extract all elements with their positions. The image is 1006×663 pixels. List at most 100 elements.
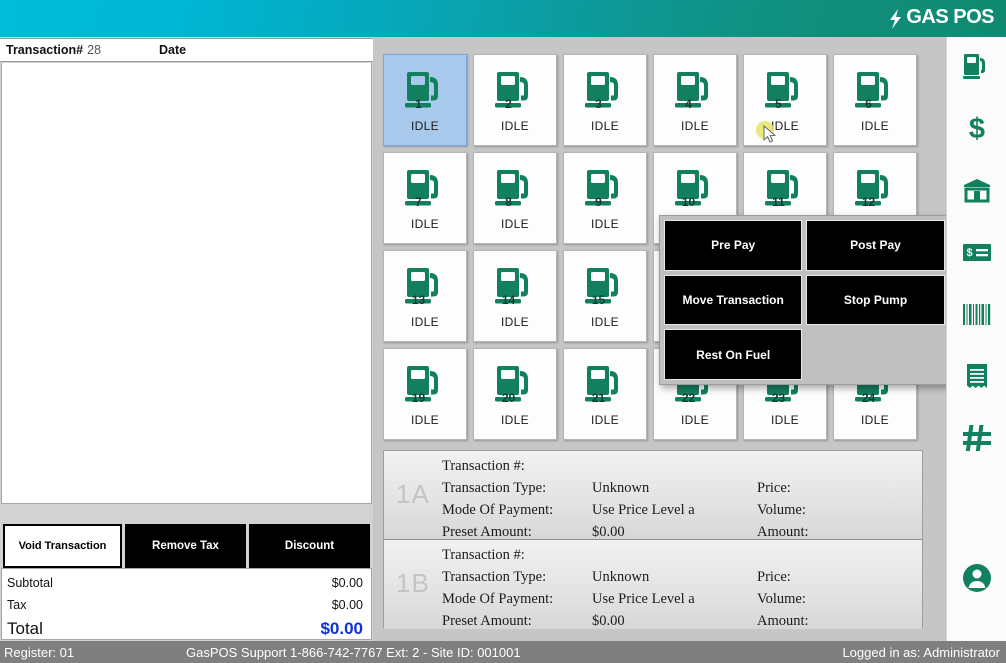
- detail-transaction-type-label: Transaction Type:: [442, 566, 592, 588]
- detail-preset-amount-value: $0.00: [592, 610, 757, 629]
- detail-transaction-number-value: [592, 544, 757, 566]
- pump-status-9: IDLE: [591, 217, 619, 231]
- svg-text:$: $: [966, 247, 972, 259]
- rail-barcode-icon-button[interactable]: [947, 285, 1006, 347]
- check-payment-icon: $: [960, 235, 994, 274]
- rail-dollar-sign-icon-button[interactable]: $: [947, 99, 1006, 161]
- pump-workspace: 1IDLE 2IDLE 3IDLE 4IDLE 5IDLE 6IDLE 7IDL…: [373, 37, 946, 641]
- pump-tile-21[interactable]: 21IDLE: [563, 348, 647, 440]
- tax-label: Tax: [7, 598, 26, 612]
- detail-amount-label: Amount:: [757, 521, 877, 540]
- fuel-pump-icon: [960, 49, 994, 88]
- pump-tile-20[interactable]: 20IDLE: [473, 348, 557, 440]
- detail-volume-label: Volume:: [757, 499, 877, 521]
- pump-tile-13[interactable]: 13IDLE: [383, 250, 467, 342]
- rail-receipt-icon-button[interactable]: [947, 347, 1006, 409]
- pump-status-3: IDLE: [591, 119, 619, 133]
- transaction-detail-1A: 1A Transaction #: Transaction Type: Unkn…: [384, 451, 922, 540]
- detail-price-label: Price:: [757, 566, 877, 588]
- total-label: Total: [7, 619, 43, 639]
- fuel-pump-glyph: [669, 166, 721, 212]
- fuel-pump-glyph: [489, 362, 541, 408]
- pump-status-22: IDLE: [681, 413, 709, 427]
- stop-pump-button[interactable]: Stop Pump: [806, 275, 944, 326]
- fuel-pump-glyph: [399, 362, 451, 408]
- transaction-header: Transaction# 28 Date: [0, 38, 373, 62]
- pump-status-24: IDLE: [861, 413, 889, 427]
- rail-store-icon-button[interactable]: [947, 161, 1006, 223]
- detail-fields-1B: Transaction #: Transaction Type: Unknown…: [442, 544, 877, 629]
- detail-price-label: Price:: [757, 477, 877, 499]
- pump-tile-14[interactable]: 14IDLE: [473, 250, 557, 342]
- pump-transaction-details: 1A Transaction #: Transaction Type: Unkn…: [383, 450, 923, 628]
- move-transaction-button[interactable]: Move Transaction: [664, 275, 802, 326]
- lightning-bolt-icon: [887, 9, 903, 29]
- detail-transaction-type-value: Unknown: [592, 477, 757, 499]
- detail-mode-of-payment-value: Use Price Level a: [592, 588, 757, 610]
- pump-status-4: IDLE: [681, 119, 709, 133]
- fuel-pump-glyph: [399, 264, 451, 310]
- rest-on-fuel-button[interactable]: Rest On Fuel: [664, 329, 802, 380]
- rail-user-account-button[interactable]: [947, 549, 1006, 611]
- barcode-icon: [960, 297, 994, 336]
- pump-tile-4[interactable]: 4IDLE: [653, 54, 737, 146]
- discount-button[interactable]: Discount: [249, 524, 370, 568]
- pump-tile-1[interactable]: 1IDLE: [383, 54, 467, 146]
- pump-tile-6[interactable]: 6IDLE: [833, 54, 917, 146]
- pump-tile-8[interactable]: 8IDLE: [473, 152, 557, 244]
- fuel-pump-glyph: [849, 166, 901, 212]
- pump-tile-2[interactable]: 2IDLE: [473, 54, 557, 146]
- pre-pay-button[interactable]: Pre Pay: [664, 220, 802, 271]
- detail-preset-amount-label: Preset Amount:: [442, 610, 592, 629]
- fuel-pump-glyph: [399, 68, 451, 114]
- detail-amount-label: Amount:: [757, 610, 877, 629]
- rail-fuel-pump-icon-button[interactable]: [947, 37, 1006, 99]
- pump-tile-15[interactable]: 15IDLE: [563, 250, 647, 342]
- fuel-pump-glyph: [759, 68, 811, 114]
- pump-status-13: IDLE: [411, 315, 439, 329]
- detail-transaction-type-label: Transaction Type:: [442, 477, 592, 499]
- pump-status-8: IDLE: [501, 217, 529, 231]
- dollar-sign-icon: $: [960, 111, 994, 150]
- void-transaction-button[interactable]: Void Transaction: [3, 524, 122, 568]
- rail-check-payment-icon-button[interactable]: $: [947, 223, 1006, 285]
- transaction-detail-1B: 1B Transaction #: Transaction Type: Unkn…: [384, 540, 922, 629]
- pump-tile-3[interactable]: 3IDLE: [563, 54, 647, 146]
- pump-status-23: IDLE: [771, 413, 799, 427]
- total-amount: $0.00: [320, 619, 363, 639]
- total-row: Total $0.00: [7, 616, 363, 642]
- pump-tile-19[interactable]: 19IDLE: [383, 348, 467, 440]
- svg-text:$: $: [968, 113, 984, 145]
- function-rail: $ $: [946, 37, 1006, 641]
- pump-tile-7[interactable]: 7IDLE: [383, 152, 467, 244]
- subtotal-row: Subtotal $0.00: [7, 572, 363, 594]
- fuel-pump-glyph: [399, 166, 451, 212]
- register-status: Register: 01: [4, 645, 74, 660]
- detail-volume-label: Volume:: [757, 588, 877, 610]
- pump-status-15: IDLE: [591, 315, 619, 329]
- subtotal-amount: $0.00: [332, 576, 363, 590]
- transaction-number-value: 28: [87, 43, 101, 57]
- pump-status-6: IDLE: [861, 119, 889, 133]
- remove-tax-button[interactable]: Remove Tax: [125, 524, 246, 568]
- pump-tile-5[interactable]: 5IDLE: [743, 54, 827, 146]
- pump-status-14: IDLE: [501, 315, 529, 329]
- post-pay-button[interactable]: Post Pay: [806, 220, 944, 271]
- detail-transaction-number-label: Transaction #:: [442, 544, 592, 566]
- transaction-line-items-list[interactable]: [1, 63, 372, 504]
- app-header: GAS POS: [0, 0, 1006, 37]
- transaction-number-label: Transaction#: [6, 43, 83, 57]
- fuel-pump-glyph: [849, 68, 901, 114]
- detail-mode-of-payment-value: Use Price Level a: [592, 499, 757, 521]
- detail-watermark-1A: 1A: [396, 479, 430, 510]
- pump-tile-9[interactable]: 9IDLE: [563, 152, 647, 244]
- status-bar: Register: 01 GasPOS Support 1-866-742-77…: [0, 641, 1006, 663]
- pump-status-5: IDLE: [771, 119, 799, 133]
- detail-transaction-number-label: Transaction #:: [442, 455, 592, 477]
- detail-fields-1A: Transaction #: Transaction Type: Unknown…: [442, 455, 877, 540]
- logged-in-status: Logged in as: Administrator: [842, 645, 1000, 660]
- transaction-panel: Transaction# 28 Date Void Transaction Re…: [0, 37, 373, 641]
- number-pad-icon: [960, 421, 994, 460]
- rail-number-pad-icon-button[interactable]: [947, 409, 1006, 471]
- fuel-pump-glyph: [489, 68, 541, 114]
